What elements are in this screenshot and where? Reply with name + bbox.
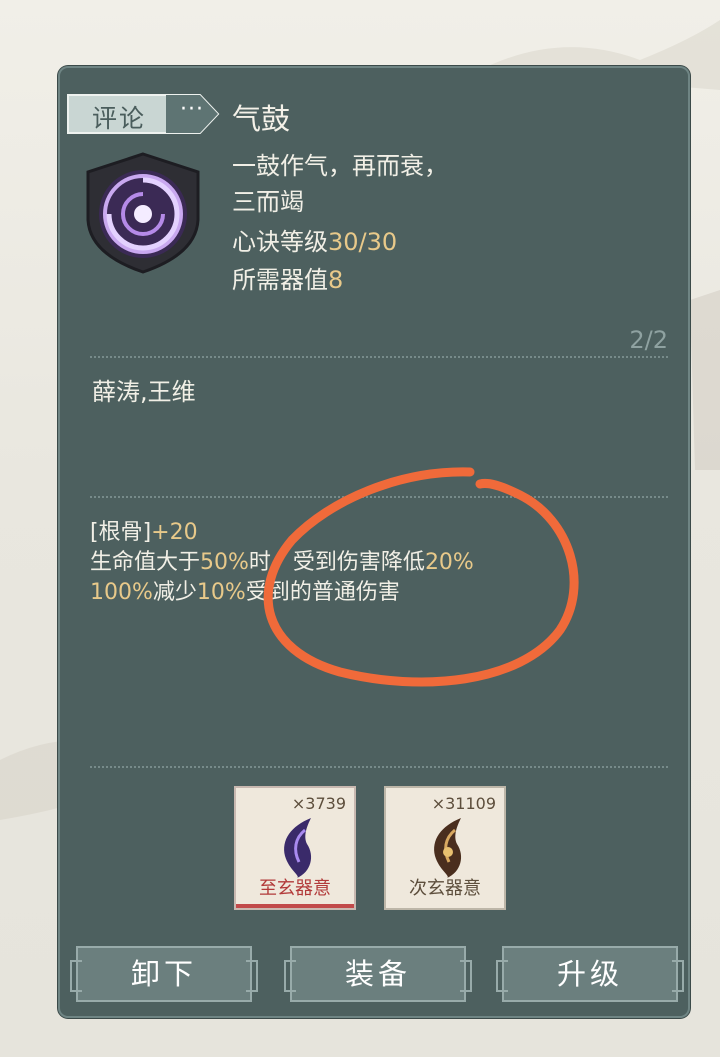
unequip-button[interactable]: 卸下	[70, 946, 258, 1002]
skill-cost-label: 所需器值	[232, 266, 328, 294]
skill-level: 心诀等级30/30	[232, 222, 397, 257]
effect-text: 受到的普通伤害	[245, 580, 400, 605]
swirl-shield-icon	[86, 152, 200, 274]
effect-value: 50%	[200, 550, 249, 575]
effect-stat: [根骨]+20	[90, 514, 198, 546]
effect-value: 100%	[90, 580, 153, 605]
effect-value: 10%	[196, 580, 246, 605]
divider	[90, 356, 668, 358]
effect-stat-label: [根骨]	[90, 520, 152, 545]
effect-value: 20%	[424, 550, 474, 575]
owner-names: 薛涛,王维	[92, 378, 196, 406]
skill-level-label: 心诀等级	[232, 228, 328, 256]
skill-description-line-2: 三而竭	[232, 188, 304, 216]
material-name: 至玄器意	[259, 878, 331, 899]
divider	[90, 496, 668, 498]
material-card-2[interactable]: ×31109 次玄器意	[384, 786, 506, 910]
effect-text: 生命值大于	[90, 550, 201, 575]
skill-cost: 所需器值8	[232, 260, 343, 295]
skill-level-value: 30/30	[328, 228, 398, 256]
purple-blade-icon	[284, 818, 312, 878]
skill-name: 气鼓	[232, 102, 291, 136]
bronze-blade-icon	[434, 818, 462, 878]
skill-cost-value: 8	[328, 266, 344, 294]
comment-tab-shape[interactable]	[66, 93, 222, 135]
effect-text: 时，受到伤害降低	[248, 550, 425, 575]
upgrade-button[interactable]: 升级	[496, 946, 684, 1002]
divider	[90, 766, 668, 768]
effect-stat-value: +20	[151, 520, 198, 545]
page-indicator: 2/2	[629, 326, 668, 354]
material-name: 次玄器意	[409, 878, 481, 899]
material-count: ×31109	[431, 794, 496, 813]
material-count: ×3739	[291, 794, 346, 813]
effect-line-3: 100%减少10%受到的普通伤害	[90, 574, 400, 606]
effect-line-2: 生命值大于50%时，受到伤害降低20%	[90, 544, 474, 576]
skill-description-line-1: 一鼓作气，再而衰，	[232, 152, 448, 180]
effect-text: 减少	[152, 580, 197, 605]
material-card-1[interactable]: ×3739 至玄器意	[234, 786, 356, 910]
equip-button[interactable]: 装备	[284, 946, 472, 1002]
